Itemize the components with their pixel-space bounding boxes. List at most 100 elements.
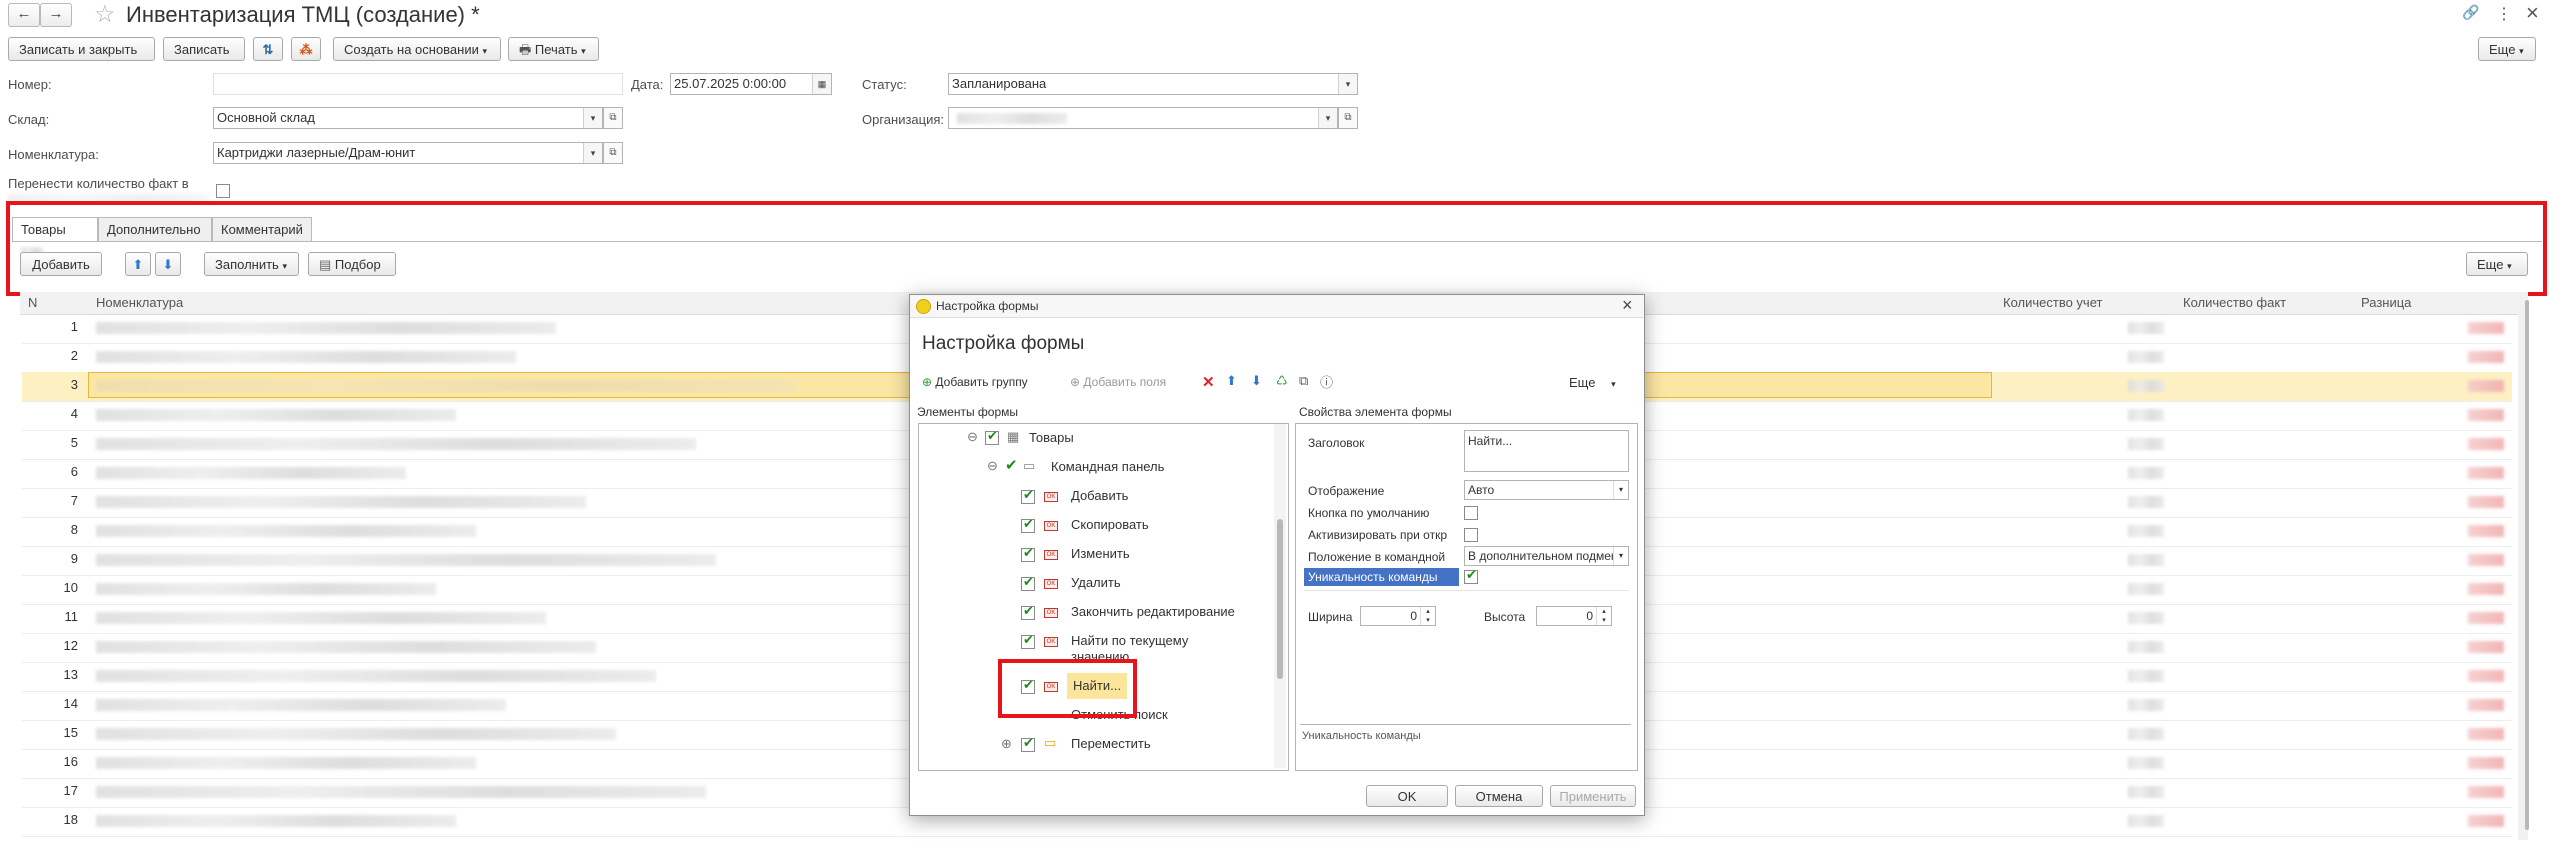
default-button-checkbox[interactable] xyxy=(1464,506,1478,520)
tree-scroll-thumb[interactable] xyxy=(1277,519,1283,679)
chevron-down-icon[interactable]: ▾ xyxy=(1318,108,1337,128)
redacted-cell xyxy=(2468,438,2504,450)
dialog-close-icon[interactable]: × xyxy=(1622,295,1633,316)
tree-item-add[interactable]: Добавить xyxy=(1071,488,1128,503)
redacted-cell xyxy=(2468,583,2504,595)
tree-checkbox[interactable] xyxy=(985,428,999,445)
tree-item-move[interactable]: Переместить xyxy=(1071,736,1151,751)
column-header-nomenclature[interactable]: Номенклатура xyxy=(96,293,183,313)
add-group-button[interactable]: ⊕ Добавить группу xyxy=(922,375,1028,389)
add-fields-button[interactable]: ⊕ Добавить поля xyxy=(1070,375,1166,389)
position-select[interactable]: В дополнительном подменю ▾ xyxy=(1464,546,1629,566)
tree-checkbox[interactable] xyxy=(1021,603,1035,620)
tree-item-copy[interactable]: Скопировать xyxy=(1071,517,1149,532)
structure-icon[interactable]: ⇅ xyxy=(253,37,283,61)
back-button[interactable]: ← xyxy=(8,3,40,27)
restore-icon[interactable]: ♺ xyxy=(1276,373,1288,389)
calendar-icon[interactable]: ▦ xyxy=(812,74,831,94)
column-header-qty-actual[interactable]: Количество факт xyxy=(2183,293,2286,313)
stepper-icon[interactable]: ▴ ▾ xyxy=(1596,607,1611,625)
move-down-icon[interactable]: ⬇ xyxy=(1251,373,1262,389)
chevron-down-icon[interactable]: ▾ xyxy=(583,143,602,163)
tab-comment[interactable]: Комментарий xyxy=(212,217,312,241)
tree-checkbox[interactable] xyxy=(1021,574,1035,591)
warehouse-select[interactable]: Основной склад ▾ xyxy=(213,107,603,129)
redacted-cell xyxy=(2128,757,2164,769)
open-icon[interactable]: ⧉ xyxy=(603,142,623,164)
activate-checkbox[interactable] xyxy=(1464,528,1478,542)
stepper-icon[interactable]: ▴ ▾ xyxy=(1420,607,1435,625)
close-icon[interactable]: × xyxy=(2526,0,2539,26)
tree-item-finish-edit[interactable]: Закончить редактирование xyxy=(1071,604,1235,619)
expand-icon[interactable]: ⊕ xyxy=(1001,736,1012,752)
link-icon[interactable]: 🔗 xyxy=(2462,4,2479,21)
transfer-checkbox[interactable] xyxy=(216,184,230,198)
fill-button[interactable]: Заполнить ▾ xyxy=(204,252,299,276)
date-value: 25.07.2025 0:00:00 xyxy=(674,76,787,91)
select-button[interactable]: ▤ Подбор xyxy=(308,252,396,276)
help-icon[interactable]: ⓘ xyxy=(1320,372,1333,391)
move-up-icon[interactable]: ⬆ xyxy=(1226,373,1237,389)
save-button[interactable]: Записать xyxy=(163,37,245,61)
organization-select[interactable]: ▾ xyxy=(948,107,1338,129)
display-label: Отображение xyxy=(1308,484,1385,498)
collapse-icon[interactable]: ⊖ xyxy=(987,458,998,474)
scroll-thumb[interactable] xyxy=(2525,300,2529,830)
tree-item-edit[interactable]: Изменить xyxy=(1071,546,1130,561)
tab-additional[interactable]: Дополнительно xyxy=(98,217,212,241)
open-icon[interactable]: ⧉ xyxy=(603,107,623,129)
column-header-n[interactable]: N xyxy=(28,293,37,313)
tree-item-goods[interactable]: Товары xyxy=(1029,430,1074,445)
tree-checkbox[interactable] xyxy=(1021,632,1035,649)
table-more-button[interactable]: Еще ▾ xyxy=(2466,252,2528,276)
delete-icon[interactable]: ✕ xyxy=(1202,373,1215,391)
unique-checkbox[interactable] xyxy=(1464,567,1478,584)
width-field[interactable]: 0 ▴ ▾ xyxy=(1360,606,1436,626)
tree-item-command-panel[interactable]: Командная панель xyxy=(1051,459,1164,474)
elements-tree[interactable]: ⊖ ▦ Товары ⊖ ✔ ▭ Командная панель OK Доб… xyxy=(918,423,1289,771)
add-row-button[interactable]: Добавить xyxy=(20,252,102,276)
hierarchy-icon[interactable]: ⁂ xyxy=(291,37,321,61)
create-based-button[interactable]: Создать на основании ▾ xyxy=(333,37,501,61)
favorite-star-icon[interactable]: ☆ xyxy=(94,0,116,29)
tree-checkbox[interactable] xyxy=(1021,735,1035,752)
tree-checkbox[interactable] xyxy=(1021,487,1035,504)
copy-icon[interactable]: ⧉ xyxy=(1299,373,1308,389)
check-icon[interactable]: ✔ xyxy=(1005,456,1018,474)
chevron-down-icon[interactable]: ▾ xyxy=(1338,74,1357,94)
more-button[interactable]: Еще ▾ xyxy=(2478,37,2536,61)
menu-icon[interactable]: ⋮ xyxy=(2496,4,2512,24)
column-header-qty-accounted[interactable]: Количество учет xyxy=(2003,293,2102,313)
display-select[interactable]: Авто ▾ xyxy=(1464,480,1629,500)
move-up-icon[interactable]: ⬆ xyxy=(125,252,151,276)
chevron-down-icon[interactable]: ▾ xyxy=(583,108,602,128)
tree-checkbox[interactable] xyxy=(1021,516,1035,533)
redacted-cell xyxy=(2468,728,2504,740)
height-field[interactable]: 0 ▴ ▾ xyxy=(1536,606,1612,626)
redacted-cell xyxy=(2468,757,2504,769)
dialog-more-button[interactable]: Еще ▾ xyxy=(1569,375,1616,390)
caption-field[interactable]: Найти... xyxy=(1464,430,1629,472)
forward-button[interactable]: → xyxy=(40,3,72,27)
cancel-button[interactable]: Отмена xyxy=(1455,785,1543,807)
chevron-down-icon[interactable]: ▾ xyxy=(1613,547,1628,565)
apply-button[interactable]: Применить xyxy=(1550,785,1636,807)
command-icon: OK xyxy=(1044,550,1058,560)
tree-checkbox[interactable] xyxy=(1021,545,1035,562)
status-select[interactable]: Запланирована ▾ xyxy=(948,73,1358,95)
print-button[interactable]: 🖶 Печать ▾ xyxy=(508,37,599,61)
tree-item-delete[interactable]: Удалить xyxy=(1071,575,1121,590)
open-icon[interactable]: ⧉ xyxy=(1338,107,1358,129)
tab-goods[interactable]: Товары xyxy=(12,217,98,257)
number-field[interactable] xyxy=(213,73,623,95)
column-header-difference[interactable]: Разница xyxy=(2361,293,2411,313)
ok-button[interactable]: OK xyxy=(1366,785,1448,807)
nomenclature-select[interactable]: Картриджи лазерные/Драм-юнит ▾ xyxy=(213,142,603,164)
date-field[interactable]: 25.07.2025 0:00:00 ▦ xyxy=(670,73,832,95)
collapse-icon[interactable]: ⊖ xyxy=(967,429,978,445)
save-close-button[interactable]: Записать и закрыть xyxy=(8,37,155,61)
warehouse-label: Склад: xyxy=(8,112,50,127)
move-down-icon[interactable]: ⬇ xyxy=(155,252,181,276)
unique-label[interactable]: Уникальность команды xyxy=(1304,568,1459,586)
chevron-down-icon[interactable]: ▾ xyxy=(1613,481,1628,499)
